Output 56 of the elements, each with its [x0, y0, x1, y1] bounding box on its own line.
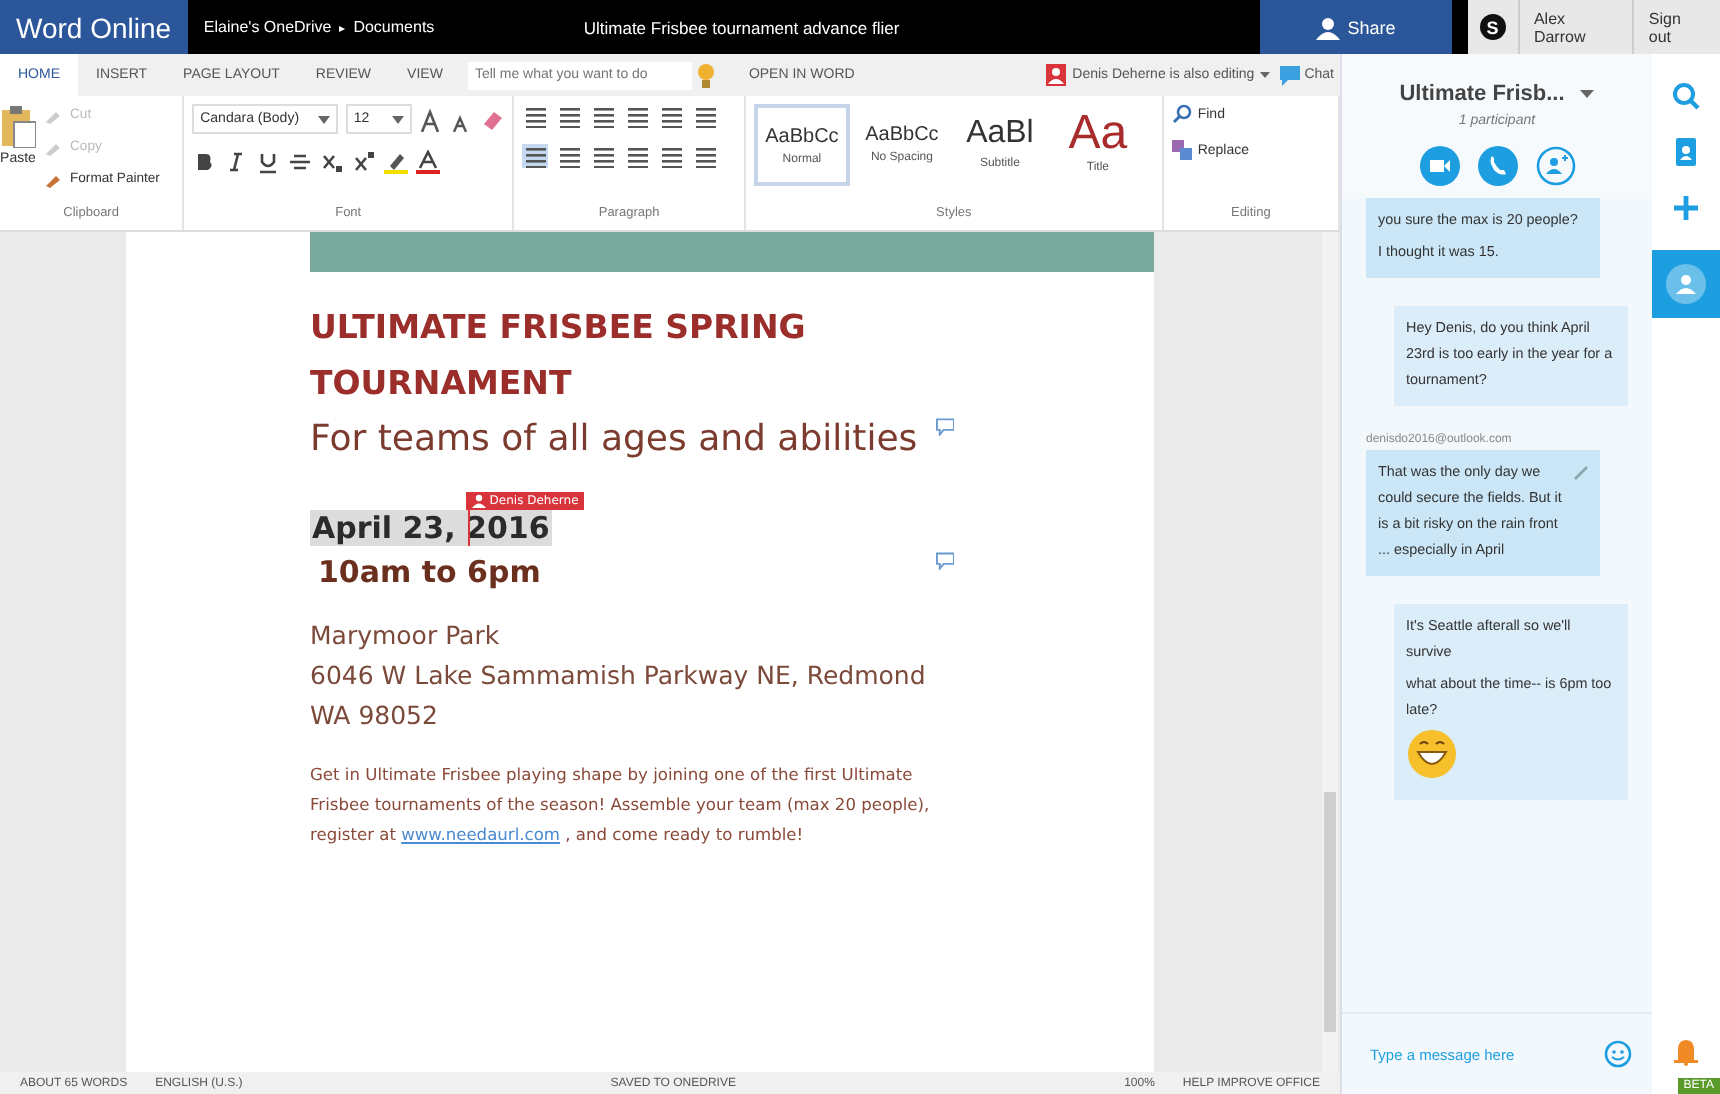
app-name[interactable]: Word Online: [0, 0, 188, 54]
superscript-icon: [352, 150, 377, 174]
bell-icon[interactable]: [1674, 1038, 1698, 1066]
strikethrough-icon: [288, 150, 313, 174]
person-icon: [471, 494, 486, 508]
date-text: April 23, 2016: [310, 510, 552, 546]
people-icon: [1666, 264, 1706, 304]
address-line: WA 98052: [310, 698, 440, 734]
url-link[interactable]: www.needaurl.com: [401, 824, 560, 844]
body-paragraph: Get in Ultimate Frisbee playing shape by joining one of the first Ultimate Frisbee tournaments of the season! Assemble your team (max 20 people), register at www.needaurl.com , and come ready to rumble!: [310, 762, 932, 848]
caret-icon: [392, 115, 405, 123]
subscript-icon: [320, 150, 345, 174]
replace-icon: [1171, 140, 1192, 160]
pencil-icon: [1572, 462, 1590, 480]
person-icon: [1315, 15, 1340, 39]
lightbulb-icon: [698, 63, 715, 87]
scrollbar[interactable]: [1322, 232, 1338, 1072]
laughing-emoji-icon: [1406, 728, 1458, 780]
address-line: 6046 W Lake Sammamish Parkway NE, Redmond: [310, 658, 928, 694]
document-title: Ultimate Frisbee tournament advance flier: [583, 15, 902, 41]
conversation-title[interactable]: Ultimate Frisb...: [1399, 82, 1595, 106]
caret-icon: [1580, 90, 1595, 98]
underline-icon: [256, 150, 281, 174]
comment-icon: [935, 552, 954, 570]
bold-icon: [192, 150, 217, 174]
document-heading: ULTIMATE FRISBEE SPRING TOURNAMENT: [310, 306, 808, 406]
document-subtitle: For teams of all ages and abilities: [310, 416, 920, 464]
skype-logo: S: [1479, 14, 1506, 40]
font-color-icon: [416, 150, 441, 174]
eraser-icon: [480, 107, 505, 131]
audio-call-icon[interactable]: [1477, 146, 1517, 186]
plus-icon[interactable]: [1672, 194, 1700, 222]
smiley-icon: [1604, 1040, 1632, 1068]
people-tab[interactable]: [1652, 250, 1720, 318]
sign-out-link[interactable]: Sign out: [1632, 0, 1720, 54]
skype-button[interactable]: S: [1467, 0, 1518, 54]
time-text: 10am to 6pm: [318, 554, 543, 590]
person-icon: [1046, 64, 1067, 86]
caret-icon: [1260, 72, 1271, 78]
breadcrumb-link[interactable]: Documents: [353, 18, 435, 36]
justify-icon: [624, 144, 651, 168]
address-line: Marymoor Park: [310, 618, 502, 654]
search-icon[interactable]: [1672, 82, 1700, 110]
comment-icon: [935, 418, 954, 436]
breadcrumb-link[interactable]: Elaine's OneDrive: [203, 18, 332, 36]
add-participant-icon[interactable]: [1535, 146, 1575, 186]
share-button[interactable]: Share: [1259, 0, 1452, 54]
highlighter-icon: [384, 150, 409, 174]
chat-bubble-icon: [1280, 65, 1301, 85]
caret-icon: [317, 115, 330, 123]
contacts-icon[interactable]: [1672, 138, 1700, 166]
align-left-icon: [522, 144, 549, 168]
user-name[interactable]: Alex Darrow: [1517, 0, 1633, 54]
video-call-icon[interactable]: [1419, 146, 1459, 186]
grow-font-icon: [420, 107, 445, 131]
search-icon: [1171, 104, 1192, 124]
